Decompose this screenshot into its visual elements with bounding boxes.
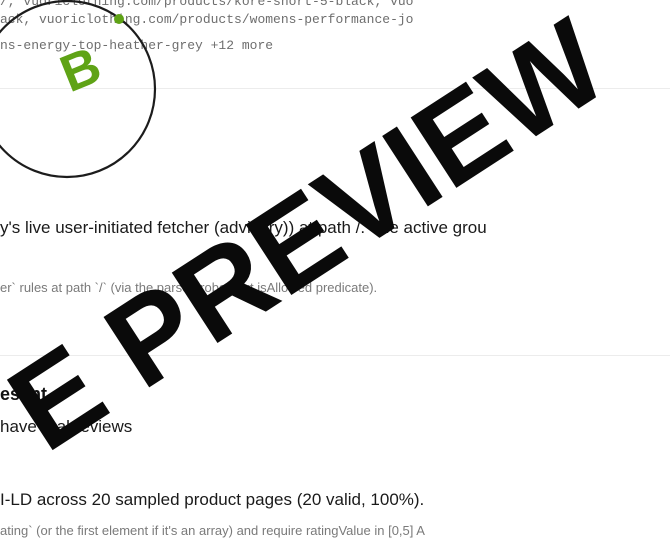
robots-detail-text: er` rules at path `/` (via the parsed ro… xyxy=(0,280,378,295)
grade-badge: B xyxy=(0,0,158,180)
reviews-summary-text: I-LD across 20 sampled product pages (20… xyxy=(0,490,425,509)
robots-summary-text: y's live user-initiated fetcher (advisor… xyxy=(0,218,487,237)
reviews-section-title: esent xyxy=(0,384,48,404)
reviews-detail-text: ating` (or the first element if it's an … xyxy=(0,523,425,538)
reviews-section-subtitle: have real reviews xyxy=(0,417,133,436)
section-divider-middle xyxy=(0,355,670,356)
